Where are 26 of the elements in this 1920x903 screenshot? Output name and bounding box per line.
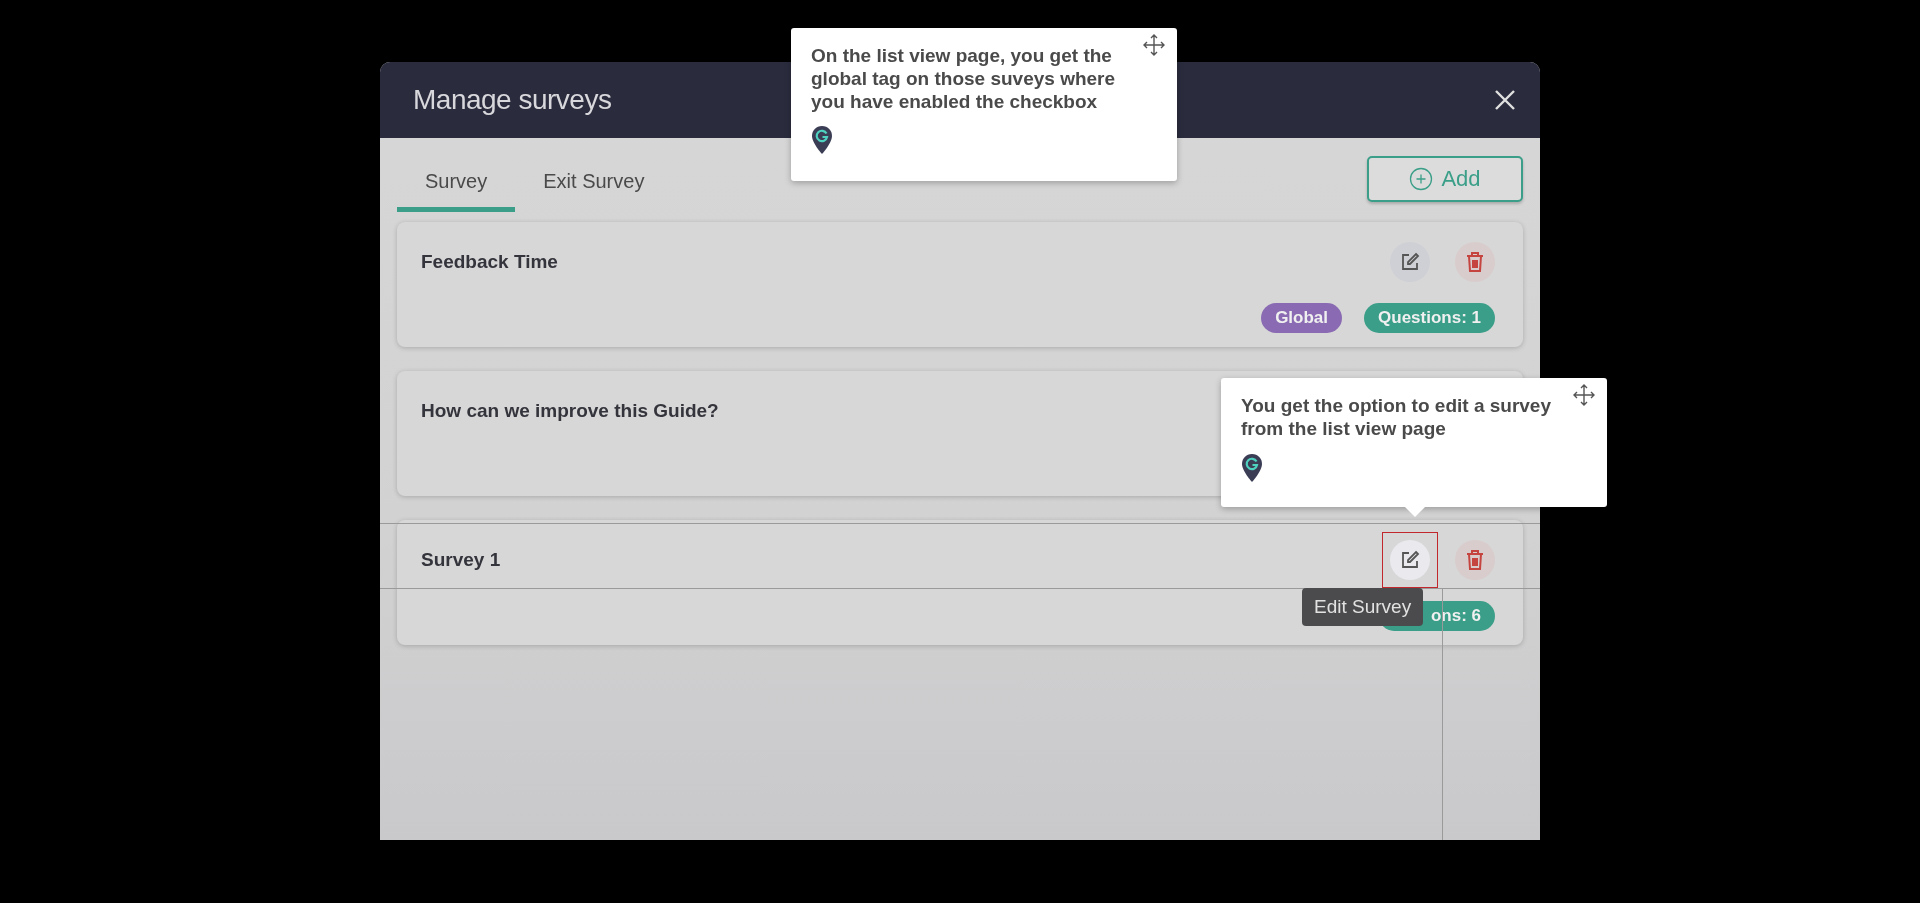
delete-button[interactable] xyxy=(1455,540,1495,580)
move-icon[interactable] xyxy=(1573,384,1595,406)
tooltip-text: On the list view page, you get the global tag on those suveys where you have enabled the checkbox xyxy=(811,45,1117,114)
tooltip-text: You get the option to edit a survey from the list view page xyxy=(1241,395,1552,441)
delete-button[interactable] xyxy=(1455,242,1495,282)
close-icon xyxy=(1494,89,1516,111)
survey-title: Survey 1 xyxy=(421,549,501,571)
edit-button[interactable] xyxy=(1390,242,1430,282)
global-tag: Global xyxy=(1261,303,1343,333)
map-pin-icon xyxy=(811,125,833,156)
edit-icon xyxy=(1400,550,1420,570)
edit-icon xyxy=(1400,252,1420,272)
trash-icon xyxy=(1466,251,1484,273)
tab[interactable]: Exit Survey xyxy=(515,160,673,212)
tab[interactable]: Survey xyxy=(397,160,516,212)
map-pin-icon xyxy=(1241,452,1263,483)
close-button[interactable] xyxy=(1494,89,1516,111)
edit-button[interactable] xyxy=(1390,540,1430,580)
move-icon[interactable] xyxy=(1143,34,1165,56)
trash-icon xyxy=(1466,549,1484,571)
dialog-title: Manage surveys xyxy=(413,84,612,116)
plus-circle-icon xyxy=(1409,167,1434,191)
question-count-badge: Questions: 1 xyxy=(1364,303,1495,333)
survey-title: How can we improve this Guide? xyxy=(421,400,719,422)
survey-title: Feedback Time xyxy=(421,251,558,273)
hover-tooltip: Edit Survey xyxy=(1302,588,1424,626)
